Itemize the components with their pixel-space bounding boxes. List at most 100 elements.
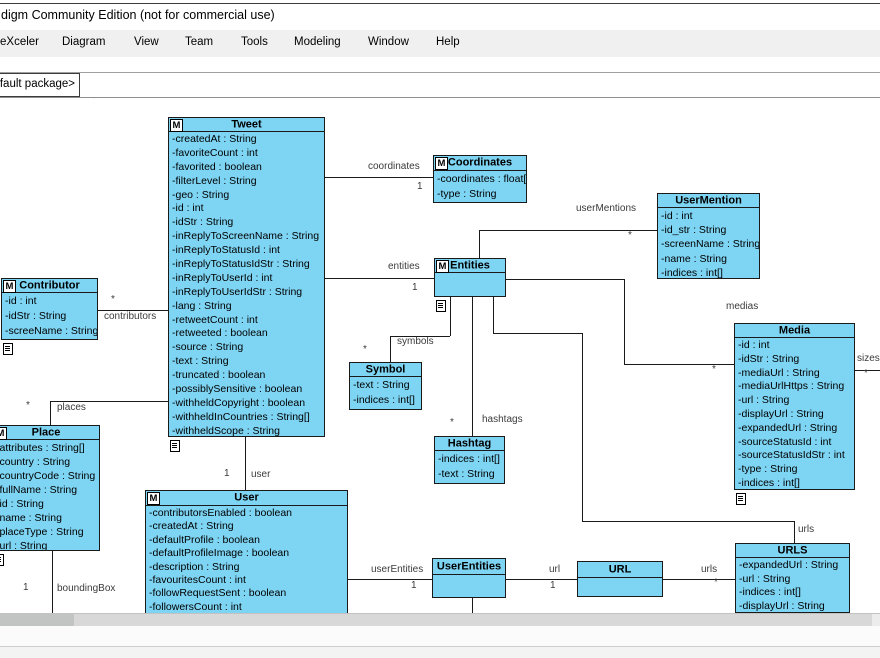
attribute[interactable]: -favoriteCount : int	[172, 147, 324, 161]
attribute[interactable]: -favorited : boolean	[172, 161, 324, 175]
class-urls[interactable]: URLS-expandedUrl : String-url : String-i…	[735, 543, 850, 613]
attribute[interactable]: -text : String	[172, 355, 324, 369]
menu-item-modeling[interactable]: Modeling	[294, 36, 341, 48]
attribute[interactable]: -indices : int[]	[353, 393, 421, 408]
multiplicity-url[interactable]: 1	[550, 580, 556, 591]
diagram-canvas[interactable]: coordinates1entities1userMentions**contr…	[0, 0, 880, 658]
menu-item-tools[interactable]: Tools	[241, 36, 268, 48]
role-label-url[interactable]: url	[549, 564, 560, 575]
multiplicity-places[interactable]: *	[26, 400, 30, 411]
multiplicity-user[interactable]: 1	[224, 468, 230, 479]
connection-coordinates[interactable]	[325, 177, 433, 178]
attribute[interactable]: -url : String	[0, 539, 99, 551]
attribute[interactable]: -inReplyToUserId : int	[172, 272, 324, 286]
attribute[interactable]: -idStr : String	[172, 216, 324, 230]
attribute[interactable]: -attributes : String[]	[0, 441, 99, 455]
attribute[interactable]: -source : String	[172, 341, 324, 355]
attribute[interactable]: -possiblySensitive : boolean	[172, 383, 324, 397]
multiplicity-hashtags[interactable]: *	[450, 417, 454, 428]
attribute[interactable]: -defaultProfile : boolean	[149, 534, 347, 547]
attribute[interactable]: -followRequestSent : boolean	[149, 587, 347, 600]
connection-urls-entities[interactable]	[794, 521, 795, 543]
attribute[interactable]: -sourceStatusId : int	[738, 436, 854, 450]
menu-item-diagram[interactable]: Diagram	[62, 36, 105, 48]
menu-item-team[interactable]: Team	[185, 36, 213, 48]
attribute[interactable]: -idStr : String	[5, 309, 97, 324]
class-contributor[interactable]: MContributor-id : int-idStr : String-scr…	[1, 278, 98, 340]
role-label-coordinates[interactable]: coordinates	[368, 161, 420, 172]
class-userentities[interactable]: UserEntities	[432, 558, 506, 598]
horizontal-scrollbar[interactable]	[0, 613, 880, 626]
class-media[interactable]: Media-id : int-idStr : String-mediaUrl :…	[734, 323, 855, 490]
role-label-urls-entities[interactable]: urls	[798, 524, 814, 535]
attribute[interactable]: -type : String	[738, 463, 854, 477]
attribute[interactable]: -filterLevel : String	[172, 175, 324, 189]
attribute[interactable]: -sourceStatusIdStr : int	[738, 449, 854, 463]
attribute[interactable]: -displayUrl : String	[738, 408, 854, 422]
class-url[interactable]: URL	[577, 561, 663, 597]
class-tweet[interactable]: MTweet-createdAt : String-favoriteCount …	[168, 117, 325, 437]
menu-item-window[interactable]: Window	[368, 36, 409, 48]
role-label-places[interactable]: places	[57, 402, 86, 413]
multiplicity-urls[interactable]: *	[714, 577, 718, 588]
connection-urls-entities[interactable]	[493, 297, 494, 333]
role-label-hashtags[interactable]: hashtags	[482, 414, 523, 425]
attribute[interactable]: -favouritesCount : int	[149, 574, 347, 587]
doc-indicator-icon[interactable]	[3, 343, 13, 355]
class-entities[interactable]: MEntities	[434, 258, 506, 297]
attribute[interactable]: -expandedUrl : String	[739, 559, 849, 573]
connection-medias[interactable]	[506, 279, 624, 280]
multiplicity-entities[interactable]: 1	[412, 282, 418, 293]
multiplicity-userEntities[interactable]: 1	[411, 580, 417, 591]
multiplicity-userMentions[interactable]: *	[628, 230, 632, 241]
attribute[interactable]: -inReplyToStatusIdStr : String	[172, 258, 324, 272]
connection-user[interactable]	[245, 437, 246, 490]
class-user[interactable]: MUser-contributorsEnabled : boolean-crea…	[145, 490, 348, 614]
attribute[interactable]: -coordinates : float[]	[437, 172, 526, 187]
connection-userMentions[interactable]	[479, 230, 480, 258]
role-label-boundingBox[interactable]: boundingBox	[57, 583, 115, 594]
attribute[interactable]: -id_str : String	[661, 223, 759, 237]
role-label-urls[interactable]: urls	[701, 564, 717, 575]
attribute[interactable]: -createdAt : String	[149, 520, 347, 533]
attribute[interactable]: -type : String	[437, 187, 526, 202]
menu-item-exceler[interactable]: eXceler	[0, 36, 39, 48]
connection-medias[interactable]	[624, 279, 625, 364]
multiplicity-symbols[interactable]: *	[363, 344, 367, 355]
role-label-contributors[interactable]: contributors	[104, 311, 156, 322]
connection-symbols[interactable]	[450, 297, 451, 336]
connection-places[interactable]	[50, 401, 51, 425]
menu-item-view[interactable]: View	[134, 36, 159, 48]
doc-indicator-icon[interactable]	[736, 493, 746, 505]
multiplicity-sizes[interactable]: *	[864, 368, 868, 379]
multiplicity-boundingBox[interactable]: 1	[23, 582, 29, 593]
menu-item-help[interactable]: Help	[436, 36, 460, 48]
connection-userentities-stub[interactable]	[472, 598, 473, 613]
attribute[interactable]: -inReplyToScreenName : String	[172, 230, 324, 244]
attribute[interactable]: -url : String	[738, 394, 854, 408]
attribute[interactable]: -expandedUrl : String	[738, 422, 854, 436]
attribute[interactable]: -text : String	[353, 378, 421, 393]
role-label-entities[interactable]: entities	[388, 261, 420, 272]
connection-userEntities[interactable]	[348, 579, 432, 580]
attribute[interactable]: -withheldScope : String	[172, 425, 324, 437]
attribute[interactable]: -name : String	[0, 511, 99, 525]
doc-indicator-icon[interactable]	[0, 554, 4, 566]
attribute[interactable]: -fullName : String	[0, 483, 99, 497]
doc-indicator-icon[interactable]	[436, 300, 446, 312]
connection-urls-entities[interactable]	[582, 333, 583, 521]
attribute[interactable]: -id : int	[5, 294, 97, 309]
attribute[interactable]: -screenName : String	[661, 237, 759, 251]
role-label-medias[interactable]: medias	[726, 301, 758, 312]
attribute[interactable]: -indices : int[]	[738, 477, 854, 490]
connection-medias[interactable]	[624, 364, 734, 365]
attribute[interactable]: -truncated : boolean	[172, 369, 324, 383]
attribute[interactable]: -defaultProfileImage : boolean	[149, 547, 347, 560]
connection-entities[interactable]	[325, 278, 434, 279]
multiplicity-coordinates[interactable]: 1	[417, 181, 423, 192]
attribute[interactable]: -id : String	[0, 497, 99, 511]
attribute[interactable]: -contributorsEnabled : boolean	[149, 507, 347, 520]
connection-boundingBox[interactable]	[52, 551, 53, 613]
attribute[interactable]: -countryCode : String	[0, 469, 99, 483]
horizontal-scrollbar-thumb[interactable]	[0, 614, 74, 626]
